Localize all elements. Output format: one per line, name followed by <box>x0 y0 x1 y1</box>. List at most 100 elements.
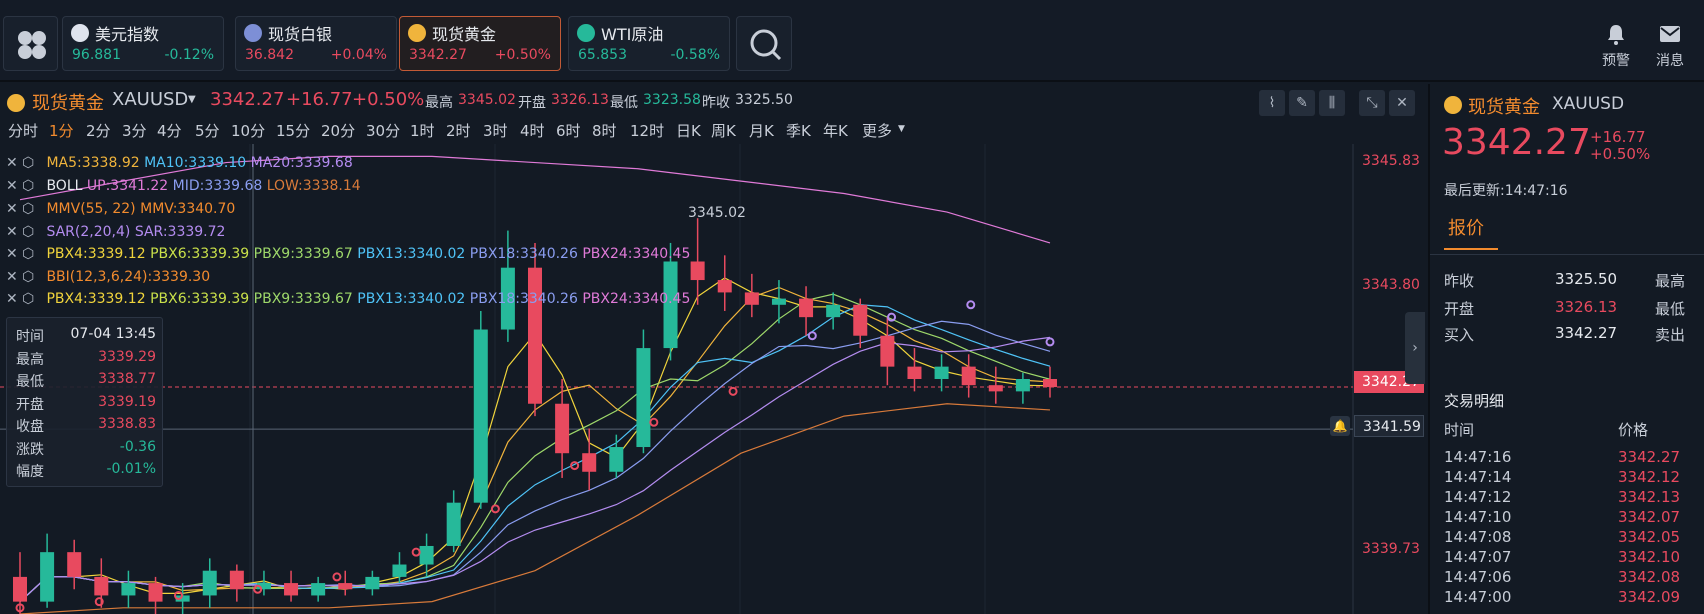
candle-body <box>582 453 597 472</box>
candle-body <box>853 304 868 336</box>
tooltip-key: 时间 <box>16 329 44 345</box>
trade-price: 3342.08 <box>1618 568 1681 586</box>
trade-time: 14:47:00 <box>1444 588 1512 606</box>
trade-time: 14:47:08 <box>1444 528 1512 546</box>
cursor-price-tag: 3341.59 <box>1354 415 1424 437</box>
quote-change: +0.04% <box>330 47 387 63</box>
silver-coin-icon <box>244 24 262 42</box>
gear-icon[interactable]: ⬡ <box>22 155 42 171</box>
tab-period[interactable]: 5分 <box>195 120 220 141</box>
trade-price: 3342.10 <box>1618 548 1681 566</box>
divider <box>1430 254 1704 255</box>
tooltip-value: 07-04 13:45 <box>70 326 156 342</box>
bid-value: 3342.27 <box>1555 324 1618 342</box>
instrument-symbol[interactable]: XAUUSD <box>112 89 188 110</box>
prev-close-label: 昨收 <box>702 95 730 111</box>
caret-down-icon[interactable]: ▼ <box>188 94 196 105</box>
draw-line-button[interactable]: ⌇ <box>1259 90 1285 116</box>
tab-period[interactable]: 更多 <box>862 120 892 141</box>
close-icon[interactable]: ✕ <box>6 269 22 285</box>
line-tool-icon: ⌇ <box>1268 95 1276 111</box>
candle-body <box>94 576 109 596</box>
header-pct: +0.50% <box>352 89 425 110</box>
tooltip-row: 幅度 -0.01% <box>16 461 156 481</box>
tooltip-value: 3339.19 <box>98 393 156 410</box>
close-icon[interactable]: ✕ <box>6 246 22 262</box>
tab-period[interactable]: 1时 <box>410 120 435 141</box>
tab-period[interactable]: 2分 <box>86 120 111 141</box>
chevron-right-icon: › <box>1412 340 1418 356</box>
quote-card-gold[interactable]: 现货黄金 3342.27 +0.50% <box>399 16 561 71</box>
tab-period[interactable]: 4分 <box>157 120 182 141</box>
gear-icon[interactable]: ⬡ <box>22 224 42 240</box>
app-menu-button[interactable] <box>3 16 58 71</box>
tab-period[interactable]: 3分 <box>122 120 147 141</box>
open-label: 开盘 <box>518 95 546 111</box>
message-button[interactable]: 消息 <box>1650 22 1690 70</box>
trade-price: 3342.05 <box>1618 528 1681 546</box>
gear-icon[interactable]: ⬡ <box>22 269 42 285</box>
tab-period[interactable]: 30分 <box>366 120 400 141</box>
search-button[interactable] <box>736 16 792 71</box>
edit-button[interactable]: ✎ <box>1289 90 1315 116</box>
candle-body <box>1043 379 1057 388</box>
tooltip-row: 收盘 3338.83 <box>16 416 156 436</box>
side-name: 现货黄金 <box>1468 97 1540 118</box>
pencil-icon: ✎ <box>1296 95 1308 111</box>
tab-period[interactable]: 月K <box>749 120 774 141</box>
quote-name: 美元指数 <box>95 25 160 44</box>
tab-period[interactable]: 10分 <box>231 120 265 141</box>
tab-period[interactable]: 2时 <box>446 120 471 141</box>
add-alert-icon[interactable]: 🔔 <box>1330 416 1350 436</box>
expand-side-button[interactable]: › <box>1405 312 1425 384</box>
candle-type-button[interactable]: ⫼ <box>1319 90 1345 116</box>
gear-icon[interactable]: ⬡ <box>22 201 42 217</box>
candle-body <box>528 267 542 404</box>
tab-quote[interactable]: 报价 <box>1448 214 1484 240</box>
tab-period[interactable]: 年K <box>823 120 848 141</box>
close-icon[interactable]: ✕ <box>6 178 22 194</box>
close-icon[interactable]: ✕ <box>6 201 22 217</box>
sar-dot <box>807 331 817 341</box>
tab-period[interactable]: 15分 <box>276 120 310 141</box>
tab-period[interactable]: 1分 <box>49 120 74 141</box>
gear-icon[interactable]: ⬡ <box>22 178 42 194</box>
candle-body <box>365 576 380 590</box>
alert-button[interactable]: 预警 <box>1596 22 1636 70</box>
tab-period[interactable]: 20分 <box>321 120 355 141</box>
period-tabs: 分时 1分 2分 3分 4分 5分 10分 15分 20分 30分 1时 2时 3时 4时 6时 8时 12时日… <box>0 118 1000 142</box>
gear-icon[interactable]: ⬡ <box>22 291 42 307</box>
quote-card-usd-index[interactable]: 美元指数 96.881 -0.12% <box>62 16 224 71</box>
candle-body <box>771 298 786 305</box>
prev-close-label: 昨收 <box>1444 272 1475 290</box>
bell-icon <box>1608 25 1624 45</box>
side-symbol: XAUUSD <box>1552 94 1625 114</box>
gear-icon[interactable]: ⬡ <box>22 246 42 262</box>
tab-period[interactable]: 3时 <box>483 120 508 141</box>
candle-body <box>13 576 27 602</box>
tab-period[interactable]: 8时 <box>592 120 617 141</box>
close-chart-button[interactable]: ✕ <box>1389 90 1415 116</box>
caret-down-icon[interactable]: ▼ <box>898 124 905 134</box>
quote-card-wti[interactable]: WTI原油 65.853 -0.58% <box>568 16 730 71</box>
candle-body <box>392 564 407 577</box>
close-icon[interactable]: ✕ <box>6 291 22 307</box>
tab-period[interactable]: 6时 <box>556 120 581 141</box>
tab-period[interactable]: 4时 <box>520 120 545 141</box>
close-icon[interactable]: ✕ <box>6 224 22 240</box>
tooltip-value: 3338.83 <box>98 416 156 432</box>
tab-period[interactable]: 分时 <box>8 120 38 141</box>
quote-card-silver[interactable]: 现货白银 36.842 +0.04% <box>235 16 397 71</box>
candle-body <box>934 366 949 379</box>
tab-period[interactable]: 日K <box>676 120 701 141</box>
chart-title-row: 现货黄金 XAUUSD ▼ 3342.27 +16.77 +0.50% 最高 3… <box>0 86 1426 116</box>
candle-body <box>799 298 814 318</box>
trade-row: 14:47:12 3342.13 <box>1444 488 1704 508</box>
close-icon[interactable]: ✕ <box>6 155 22 171</box>
tab-period[interactable]: 周K <box>711 120 736 141</box>
tab-period[interactable]: 季K <box>786 120 811 141</box>
tab-period[interactable]: 12时 <box>630 120 664 141</box>
side-panel: 现货黄金 XAUUSD 3342.27 +16.77 +0.50% 最后更新:1… <box>1428 84 1704 614</box>
collapse-button[interactable]: ⤡ <box>1359 90 1385 116</box>
trade-price: 3342.27 <box>1618 448 1681 466</box>
